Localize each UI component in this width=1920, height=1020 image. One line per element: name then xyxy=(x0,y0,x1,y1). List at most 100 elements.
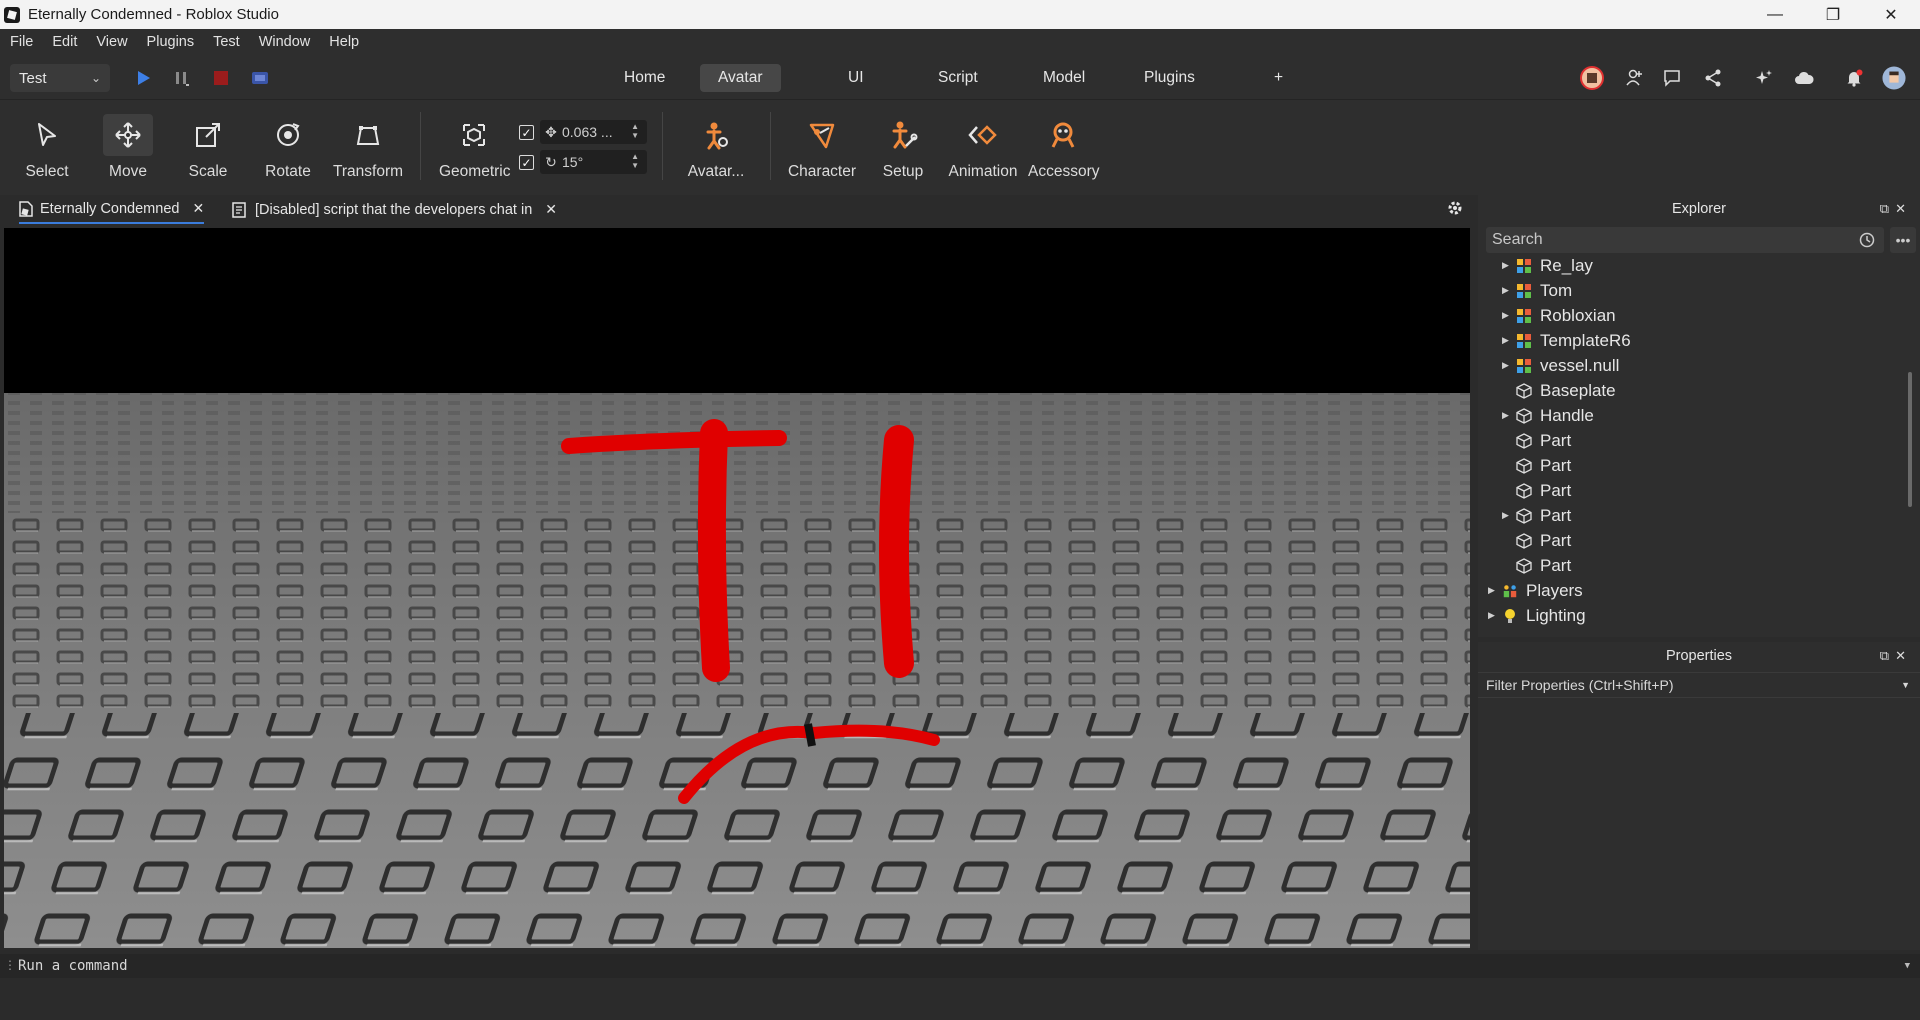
filter-dropdown-icon[interactable]: ▼ xyxy=(1901,680,1910,690)
tab-script-disabled[interactable]: [Disabled] script that the developers ch… xyxy=(232,195,557,224)
tree-item-re-lay[interactable]: ▶ Re_lay xyxy=(1502,257,1593,278)
avatar-settings-tool[interactable]: Avatar... xyxy=(681,114,751,181)
close-panel-icon[interactable]: ✕ xyxy=(1895,648,1912,663)
close-panel-icon[interactable]: ✕ xyxy=(1895,201,1912,216)
tab-model[interactable]: Model xyxy=(1025,64,1103,92)
explorer-more-button[interactable]: ••• xyxy=(1890,227,1916,253)
restore-button[interactable]: ❐ xyxy=(1804,0,1862,29)
close-tab-icon[interactable]: ✕ xyxy=(545,201,557,218)
user-avatar-icon[interactable] xyxy=(1882,66,1906,90)
expand-arrow-icon[interactable]: ▶ xyxy=(1488,610,1502,621)
filter-properties-input[interactable]: Filter Properties (Ctrl+Shift+P) ▼ xyxy=(1478,672,1920,698)
animation-tool[interactable]: Animation xyxy=(948,114,1018,181)
notifications-bell-icon[interactable] xyxy=(1842,66,1866,90)
close-window-button[interactable]: ✕ xyxy=(1862,0,1920,29)
expand-arrow-icon[interactable]: ▶ xyxy=(1502,410,1516,421)
menu-test[interactable]: Test xyxy=(213,34,240,50)
tree-item-baseplate[interactable]: Baseplate xyxy=(1516,378,1616,403)
undock-icon[interactable]: ⧉ xyxy=(1880,648,1895,663)
share-icon[interactable] xyxy=(1701,66,1725,90)
move-snap-icon: ✥ xyxy=(545,123,557,140)
assistant-sparkle-icon[interactable] xyxy=(1752,66,1776,90)
character-tool[interactable]: Character xyxy=(787,114,857,181)
undock-icon[interactable]: ⧉ xyxy=(1880,201,1895,216)
properties-panel: Properties ⧉✕ Filter Properties (Ctrl+Sh… xyxy=(1478,642,1920,950)
search-history-icon[interactable] xyxy=(1858,231,1876,249)
rotate-snap-checkbox[interactable]: ✓ xyxy=(519,155,534,170)
part-cube-icon xyxy=(1516,407,1532,424)
scale-icon xyxy=(196,123,220,147)
select-tool[interactable]: Select xyxy=(12,114,82,181)
minimize-button[interactable]: — xyxy=(1746,0,1804,29)
tree-item-part[interactable]: Part xyxy=(1516,553,1571,578)
menu-window[interactable]: Window xyxy=(259,34,311,50)
viewport-settings-gear-icon[interactable] xyxy=(1446,199,1464,217)
rotate-snap-field[interactable]: ↻ 15° ▲ ▼ xyxy=(540,150,647,174)
window-title: Eternally Condemned - Roblox Studio xyxy=(28,6,279,23)
expand-arrow-icon[interactable]: ▶ xyxy=(1502,285,1516,296)
menu-plugins[interactable]: Plugins xyxy=(147,34,195,50)
tree-item-part[interactable]: Part xyxy=(1516,478,1571,503)
roblox-studio-icon xyxy=(4,6,20,23)
rotate-snap-stepper[interactable]: ▲ ▼ xyxy=(631,152,639,170)
explorer-scrollbar[interactable] xyxy=(1908,372,1912,507)
rotate-tool[interactable]: Rotate xyxy=(253,114,323,181)
menu-help[interactable]: Help xyxy=(329,34,359,50)
move-arrows-icon xyxy=(115,122,141,148)
accessory-tool[interactable]: Accessory xyxy=(1028,114,1100,181)
transform-tool[interactable]: Transform xyxy=(333,114,403,181)
ribbon-divider xyxy=(420,112,421,180)
3d-viewport[interactable] xyxy=(4,228,1470,948)
move-tool[interactable]: Move xyxy=(93,114,163,181)
tree-item-tom[interactable]: ▶ Tom xyxy=(1502,278,1572,303)
move-snap-field[interactable]: ✥ 0.063 ... ▲ ▼ xyxy=(540,120,647,144)
tree-item-part[interactable]: ▶ Part xyxy=(1502,503,1571,528)
setup-tool[interactable]: Setup xyxy=(868,114,938,181)
drag-grip-icon[interactable]: ⋮ xyxy=(4,958,16,972)
add-collaborator-icon[interactable] xyxy=(1622,66,1646,90)
collaborator-avatar-icon[interactable] xyxy=(1580,66,1604,90)
tab-place-eternally-condemned[interactable]: Eternally Condemned ✕ xyxy=(19,195,205,224)
select-tool-label: Select xyxy=(25,163,69,180)
menu-view[interactable]: View xyxy=(96,34,127,50)
command-history-dropdown-icon[interactable]: ▼ xyxy=(1905,961,1910,971)
tree-item-robloxian[interactable]: ▶ Robloxian xyxy=(1502,303,1616,328)
part-cube-icon xyxy=(1516,457,1532,474)
model-icon xyxy=(1516,283,1532,299)
menu-edit[interactable]: Edit xyxy=(52,34,77,50)
tree-item-handle[interactable]: ▶ Handle xyxy=(1502,403,1594,428)
expand-arrow-icon[interactable]: ▶ xyxy=(1502,335,1516,346)
menu-file[interactable]: File xyxy=(10,34,33,50)
expand-arrow-icon[interactable]: ▶ xyxy=(1502,360,1516,371)
explorer-tree: ▶ Re_lay ▶ Tom ▶ Robloxian ▶ TemplateR6 ▶ ves… xyxy=(1478,257,1908,631)
transform-tool-label: Transform xyxy=(333,163,404,180)
tab-ui[interactable]: UI xyxy=(830,64,882,92)
tree-item-part[interactable]: Part xyxy=(1516,453,1571,478)
tree-item-lighting[interactable]: ▶ Lighting xyxy=(1488,603,1586,628)
expand-arrow-icon[interactable]: ▶ xyxy=(1502,310,1516,321)
chat-icon[interactable] xyxy=(1660,66,1684,90)
expand-arrow-icon[interactable]: ▶ xyxy=(1502,510,1516,521)
menu-bar: File Edit View Plugins Test Window Help xyxy=(0,29,1920,55)
tree-item-vessel-null[interactable]: ▶ vessel.null xyxy=(1502,353,1619,378)
geometric-tool[interactable]: Geometric xyxy=(439,114,511,181)
tree-item-part[interactable]: Part xyxy=(1516,528,1571,553)
expand-arrow-icon[interactable]: ▶ xyxy=(1488,585,1502,596)
tree-item-part[interactable]: Part xyxy=(1516,428,1571,453)
tree-item-templater6[interactable]: ▶ TemplateR6 xyxy=(1502,328,1631,353)
move-snap-value: 0.063 ... xyxy=(562,124,613,140)
close-tab-icon[interactable]: ✕ xyxy=(192,200,204,217)
scale-tool[interactable]: Scale xyxy=(173,114,243,181)
tree-item-players[interactable]: ▶ Players xyxy=(1488,578,1583,603)
add-tab-button[interactable]: + xyxy=(1256,64,1301,92)
expand-arrow-icon[interactable]: ▶ xyxy=(1502,260,1516,271)
explorer-search-input[interactable]: Search xyxy=(1486,227,1884,253)
move-snap-checkbox[interactable]: ✓ xyxy=(519,125,534,140)
tab-home[interactable]: Home xyxy=(606,64,683,92)
tab-avatar[interactable]: Avatar xyxy=(700,64,781,92)
move-snap-stepper[interactable]: ▲ ▼ xyxy=(631,122,639,140)
tab-plugins[interactable]: Plugins xyxy=(1126,64,1213,92)
command-bar[interactable]: ⋮ Run a command ▼ xyxy=(0,954,1920,978)
tab-script[interactable]: Script xyxy=(920,64,996,92)
cloud-icon[interactable] xyxy=(1792,66,1816,90)
